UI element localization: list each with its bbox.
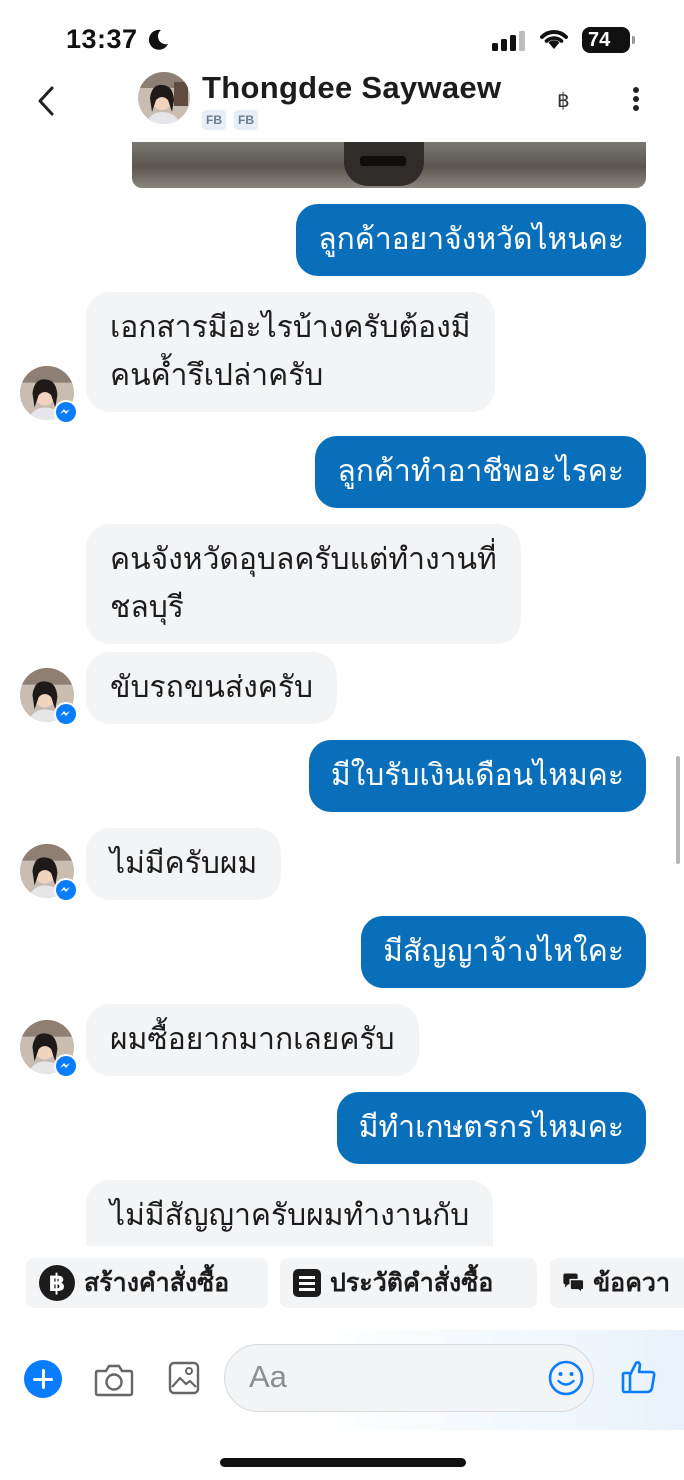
outgoing-message[interactable]: มีทำเกษตรกรไหมคะ	[336, 1092, 646, 1164]
photo-content	[344, 140, 424, 186]
chip-label: ข้อควา	[593, 1268, 670, 1297]
fb-badge: FB	[202, 110, 226, 130]
incoming-message[interactable]: ขับรถขนส่งครับ	[86, 652, 338, 724]
back-chevron-icon[interactable]	[34, 84, 58, 118]
source-badges: FB FB	[202, 110, 258, 130]
battery-indicator: 74	[582, 27, 635, 53]
incoming-message[interactable]: เอกสารมีอะไรบ้างครับต้องมี คนค้ำรึเปล่าค…	[86, 292, 495, 412]
messenger-badge-icon	[54, 1054, 78, 1078]
avatar-photo-icon	[138, 72, 190, 124]
outgoing-message[interactable]: มีใบรับเงินเดือนไหมคะ	[308, 740, 646, 812]
battery-level: 74	[588, 29, 611, 51]
status-time: 13:37	[66, 24, 138, 54]
shared-photo[interactable]	[132, 140, 646, 188]
incoming-message[interactable]: คนจังหวัดอุบลครับแต่ทำงานที่ ชลบุรี	[86, 524, 521, 644]
outgoing-message[interactable]: มีสัญญาจ้างไหใคะ	[361, 916, 646, 988]
message-thread[interactable]: ลูกค้าอยาจังหวัดไหนคะ เอกสารมีอะไรบ้างคร…	[0, 140, 684, 1246]
order-history-chip[interactable]: ประวัติคำสั่งซื้อ	[280, 1258, 537, 1308]
message-line: ชลบุรี	[110, 590, 184, 625]
messenger-badge-icon	[54, 878, 78, 902]
message-composer: Aa	[0, 1330, 684, 1430]
contact-name[interactable]: Thongdee Saywaew	[202, 70, 501, 106]
moon-icon	[148, 29, 168, 50]
emoji-icon[interactable]	[547, 1359, 585, 1397]
gallery-icon[interactable]	[168, 1361, 200, 1395]
outgoing-message[interactable]: ลูกค้าทำอาชีพอะไรคะ	[315, 436, 646, 508]
message-input[interactable]: Aa	[224, 1344, 594, 1412]
sender-avatar[interactable]	[20, 668, 78, 726]
baht-icon[interactable]: ฿	[557, 88, 570, 112]
message-line: คนค้ำรึเปล่าครับ	[110, 358, 324, 393]
incoming-message[interactable]: ไม่มีสัญญาครับผมทำงานกับ	[86, 1180, 494, 1246]
cellular-signal-icon	[492, 31, 525, 51]
incoming-message[interactable]: ไม่มีครับผม	[86, 828, 282, 900]
thumbs-up-icon[interactable]	[620, 1358, 658, 1396]
messenger-badge-icon	[54, 702, 78, 726]
message-line: คนจังหวัดอุบลครับแต่ทำงานที่	[110, 542, 497, 577]
input-placeholder: Aa	[249, 1359, 287, 1394]
conversation-header: Thongdee Saywaew FB FB ฿	[0, 66, 684, 142]
scroll-indicator[interactable]	[676, 756, 680, 864]
chip-label: สร้างคำสั่งซื้อ	[84, 1268, 230, 1297]
create-order-chip[interactable]: ฿ สร้างคำสั่งซื้อ	[26, 1258, 268, 1308]
messages-chip[interactable]: ข้อควา	[550, 1258, 684, 1308]
outgoing-message[interactable]: ลูกค้าอยาจังหวัดไหนคะ	[296, 204, 646, 276]
incoming-message[interactable]: ผมซื้อยากมากเลยครับ	[86, 1004, 419, 1076]
messenger-badge-icon	[54, 400, 78, 424]
contact-avatar[interactable]	[138, 72, 190, 124]
plus-icon[interactable]	[24, 1360, 62, 1398]
fb-badge: FB	[234, 110, 258, 130]
message-line: เอกสารมีอะไรบ้างครับต้องมี	[110, 310, 471, 345]
home-indicator	[220, 1458, 466, 1467]
camera-icon[interactable]	[94, 1363, 134, 1397]
chat-bubbles-icon	[563, 1273, 585, 1294]
wifi-icon	[540, 30, 568, 49]
sender-avatar[interactable]	[20, 366, 78, 424]
sender-avatar[interactable]	[20, 844, 78, 902]
chip-label: ประวัติคำสั่งซื้อ	[330, 1268, 494, 1297]
svg-text:฿: ฿	[49, 1269, 66, 1297]
status-bar: 13:37 74	[0, 0, 684, 70]
baht-circle-icon: ฿	[39, 1265, 75, 1301]
order-list-icon	[293, 1269, 321, 1297]
more-options-icon[interactable]	[626, 86, 646, 114]
quick-actions-bar: ฿ สร้างคำสั่งซื้อ ประวัติคำสั่งซื้อ ข้อค…	[0, 1246, 684, 1330]
sender-avatar[interactable]	[20, 1020, 78, 1078]
